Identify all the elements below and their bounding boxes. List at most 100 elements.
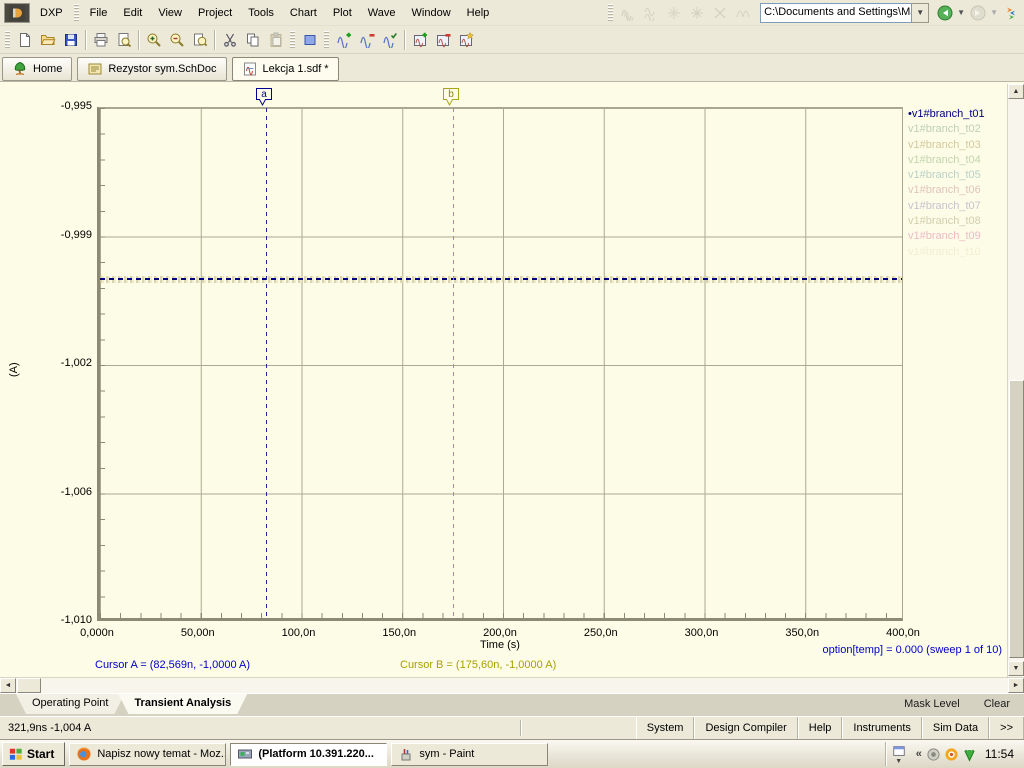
analysis-tab-transient-analysis[interactable]: Transient Analysis <box>118 694 247 714</box>
y-tick-label: -0,999 <box>60 228 92 241</box>
system-tray: ▼ « 11:54 <box>884 742 1022 766</box>
panel-button-instruments[interactable]: Instruments <box>842 717 922 739</box>
start-button[interactable]: Start <box>2 742 66 766</box>
legend-item-v1-branch-t03[interactable]: v1#branch_t03 <box>908 138 1008 153</box>
zoom-in-icon[interactable] <box>142 29 165 51</box>
remove-wave-icon[interactable] <box>355 29 378 51</box>
menu-edit[interactable]: Edit <box>115 3 150 23</box>
paint-icon <box>398 746 414 762</box>
new-document-icon[interactable] <box>13 29 36 51</box>
panels-icon[interactable] <box>298 29 321 51</box>
status-bar: 321,9ns -1,004 A System Design Compiler He… <box>0 716 1024 739</box>
menu-help[interactable]: Help <box>459 3 498 23</box>
show-desktop-button[interactable]: ▼ <box>892 744 906 765</box>
horizontal-scrollbar[interactable]: ◄ ► <box>0 677 1024 693</box>
mask-level-button[interactable]: Mask Level <box>904 698 960 710</box>
stack-waves-icon[interactable] <box>639 2 662 24</box>
cursor-b-line[interactable] <box>453 108 454 618</box>
task-button-sym-paint[interactable]: sym - Paint <box>391 742 549 766</box>
speaker-icon[interactable] <box>926 747 941 762</box>
toolbar-gripper[interactable] <box>608 3 614 22</box>
print-preview-icon[interactable] <box>112 29 135 51</box>
analysis-tab-operating-point[interactable]: Operating Point <box>16 694 124 714</box>
plot-area[interactable] <box>97 107 903 621</box>
copy-icon[interactable] <box>241 29 264 51</box>
panel-button-design-compiler[interactable]: Design Compiler <box>694 717 798 739</box>
document-tab-rezystor-sym-schdoc[interactable]: Rezystor sym.SchDoc <box>77 56 227 81</box>
legend-item-v1-branch-t02[interactable]: v1#branch_t02 <box>908 122 1008 137</box>
zoom-document-icon[interactable] <box>188 29 211 51</box>
toolbar-gripper[interactable] <box>73 3 79 22</box>
print-icon[interactable] <box>89 29 112 51</box>
menu-chart[interactable]: Chart <box>282 3 325 23</box>
forward-dropdown-icon[interactable]: ▼ <box>989 8 999 17</box>
add-chart-icon[interactable] <box>408 29 431 51</box>
active-trace-v1-branch-t01[interactable] <box>100 278 902 280</box>
back-dropdown-icon[interactable]: ▼ <box>956 8 966 17</box>
menu-dxp[interactable]: DXP <box>32 3 71 23</box>
legend-item-v1-branch-t10[interactable]: v1#branch_t10 <box>908 245 1008 260</box>
panel-button-help[interactable]: Help <box>797 717 843 739</box>
measure-wave-icon[interactable] <box>662 2 685 24</box>
menu-window[interactable]: Window <box>404 3 459 23</box>
save-icon[interactable] <box>59 29 82 51</box>
legend-item-v1-branch-t08[interactable]: v1#branch_t08 <box>908 214 1008 229</box>
check-wave-icon[interactable] <box>378 29 401 51</box>
clear-button[interactable]: Clear <box>984 698 1010 710</box>
legend-item-v1-branch-t05[interactable]: v1#branch_t05 <box>908 168 1008 183</box>
node-wave-icon[interactable] <box>685 2 708 24</box>
tray-collapse-icon[interactable]: « <box>916 748 922 760</box>
scroll-left-icon[interactable]: ◄ <box>0 678 16 693</box>
status-readout: 321,9ns -1,004 A <box>8 722 92 734</box>
legend-item-v1-branch-t09[interactable]: v1#branch_t09 <box>908 229 1008 244</box>
legend-item-v1-branch-t01[interactable]: •v1#branch_t01 <box>908 107 1008 122</box>
zoom-out-icon[interactable] <box>165 29 188 51</box>
scroll-right-icon[interactable]: ► <box>1008 678 1024 693</box>
toolbar-separator <box>138 29 139 50</box>
toolbar-gripper[interactable] <box>5 30 10 49</box>
network-icon[interactable] <box>962 747 977 762</box>
scroll-up-icon[interactable]: ▲ <box>1008 84 1024 99</box>
vertical-scrollbar[interactable]: ▲ ▼ <box>1007 84 1024 677</box>
cursor-b-flag[interactable]: b <box>442 87 460 107</box>
address-dropdown-icon[interactable]: ▼ <box>912 2 930 23</box>
cursor-a-line[interactable] <box>266 108 267 618</box>
dxp-app-icon[interactable] <box>4 2 30 23</box>
legend-item-v1-branch-t06[interactable]: v1#branch_t06 <box>908 183 1008 198</box>
address-input[interactable]: C:\Documents and Settings\Marcin\Pul <box>760 2 913 23</box>
back-button[interactable] <box>933 2 956 24</box>
menu-file[interactable]: File <box>82 3 116 23</box>
dxp-nav-icon[interactable] <box>999 2 1022 24</box>
legend-item-v1-branch-t04[interactable]: v1#branch_t04 <box>908 153 1008 168</box>
legend-item-v1-branch-t07[interactable]: v1#branch_t07 <box>908 199 1008 214</box>
split-wave-icon[interactable] <box>731 2 754 24</box>
horizontal-scroll-thumb[interactable] <box>17 678 41 693</box>
task-button--platform-10-391-220-[interactable]: (Platform 10.391.220... <box>230 742 388 766</box>
vertical-scroll-thumb[interactable] <box>1009 380 1024 658</box>
overlay-waves-icon[interactable] <box>616 2 639 24</box>
menu-project[interactable]: Project <box>190 3 240 23</box>
menu-plot[interactable]: Plot <box>325 3 360 23</box>
open-folder-icon[interactable] <box>36 29 59 51</box>
menu-view[interactable]: View <box>150 3 190 23</box>
forward-button[interactable] <box>966 2 989 24</box>
panel-button-sim-data[interactable]: Sim Data <box>921 717 990 739</box>
cut-icon[interactable] <box>218 29 241 51</box>
add-wave-icon[interactable] <box>332 29 355 51</box>
document-tab-lekcja-1-sdf-[interactable]: Lekcja 1.sdf * <box>231 56 339 81</box>
scroll-down-icon[interactable]: ▼ <box>1008 661 1024 676</box>
document-tab-home[interactable]: Home <box>2 56 73 81</box>
new-chart-icon[interactable] <box>454 29 477 51</box>
task-button-napisz-nowy-temat-moz-[interactable]: Napisz nowy temat - Moz... <box>69 742 227 766</box>
cross-probe-icon[interactable] <box>708 2 731 24</box>
remove-chart-icon[interactable] <box>431 29 454 51</box>
address-combo[interactable]: C:\Documents and Settings\Marcin\Pul ▼ <box>760 2 930 23</box>
menu-wave[interactable]: Wave <box>360 3 404 23</box>
panel-button-system[interactable]: System <box>635 717 695 739</box>
panel-button--[interactable]: >> <box>989 717 1024 739</box>
cursor-a-flag[interactable]: a <box>255 87 273 107</box>
menu-tools[interactable]: Tools <box>240 3 282 23</box>
y-tick-label: -1,010 <box>60 614 92 626</box>
update-icon[interactable] <box>944 747 959 762</box>
paste-icon[interactable] <box>264 29 287 51</box>
